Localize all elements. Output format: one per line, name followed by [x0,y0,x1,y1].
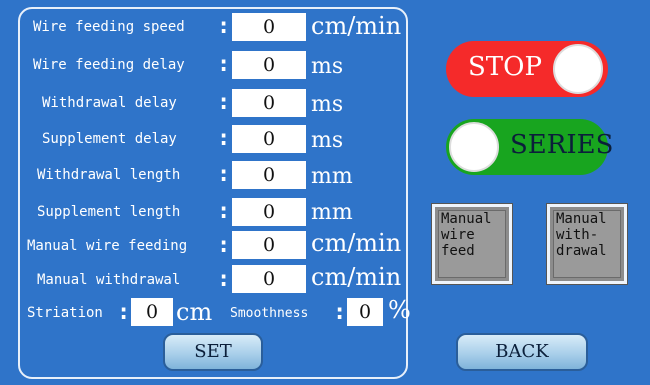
supplement-delay-label: Supplement delay [42,131,177,147]
manual-withdrawal-label: Manual with- drawal [556,211,607,259]
toggle-knob [449,122,499,172]
colon: : [217,267,231,292]
colon: : [217,90,231,115]
wire-feeding-delay-label: Wire feeding delay [33,57,185,73]
withdrawal-delay-unit: ms [311,92,344,117]
wire-feeding-speed-label: Wire feeding speed [33,19,185,35]
colon: : [217,162,231,187]
set-button[interactable]: SET [163,333,263,371]
smoothness-label: Smoothness [230,306,309,321]
series-toggle[interactable]: SERIES [446,119,613,175]
manual-wire-feed-label: Manual wire feed [441,211,492,259]
withdrawal-length-unit: mm [311,164,353,189]
manual-withdrawal-label: Manual withdrawal [37,272,181,288]
manual-wire-feed-button[interactable]: Manual wire feed [431,203,513,285]
stop-toggle[interactable]: STOP [446,41,608,97]
wire-feeding-delay-field[interactable]: 0 [232,51,306,79]
smoothness-field[interactable]: 0 [347,298,383,326]
supplement-length-field[interactable]: 0 [232,198,306,226]
colon: : [217,52,231,77]
withdrawal-delay-field[interactable]: 0 [232,89,306,117]
withdrawal-delay-label: Withdrawal delay [42,95,177,111]
striation-field[interactable]: 0 [131,298,173,326]
hmi-screen: Wire feeding speed : 0 cm/min Wire feedi… [0,0,650,385]
colon: : [117,300,131,325]
withdrawal-length-field[interactable]: 0 [232,161,306,189]
colon: : [217,14,231,39]
colon: : [217,233,231,258]
supplement-length-unit: mm [311,200,353,225]
series-toggle-label: SERIES [510,130,614,160]
striation-unit: cm [176,298,213,326]
supplement-delay-field[interactable]: 0 [232,125,306,153]
manual-withdrawal-button[interactable]: Manual with- drawal [546,203,628,285]
smoothness-unit: % [388,296,411,324]
manual-withdrawal-unit: cm/min [311,263,402,291]
colon: : [217,199,231,224]
back-button[interactable]: BACK [456,333,588,371]
manual-withdrawal-field[interactable]: 0 [232,265,306,293]
colon: : [333,300,347,325]
toggle-knob [553,44,603,94]
wire-feeding-speed-unit: cm/min [311,12,402,40]
striation-label: Striation [27,305,103,321]
withdrawal-length-label: Withdrawal length [37,167,181,183]
manual-wire-feeding-field[interactable]: 0 [232,231,306,259]
colon: : [217,126,231,151]
supplement-length-label: Supplement length [37,204,181,220]
manual-wire-feeding-label: Manual wire feeding [27,238,188,254]
wire-feeding-delay-unit: ms [311,54,344,79]
wire-feeding-speed-field[interactable]: 0 [232,13,306,41]
manual-wire-feeding-unit: cm/min [311,229,402,257]
supplement-delay-unit: ms [311,128,344,153]
stop-toggle-label: STOP [468,52,542,82]
